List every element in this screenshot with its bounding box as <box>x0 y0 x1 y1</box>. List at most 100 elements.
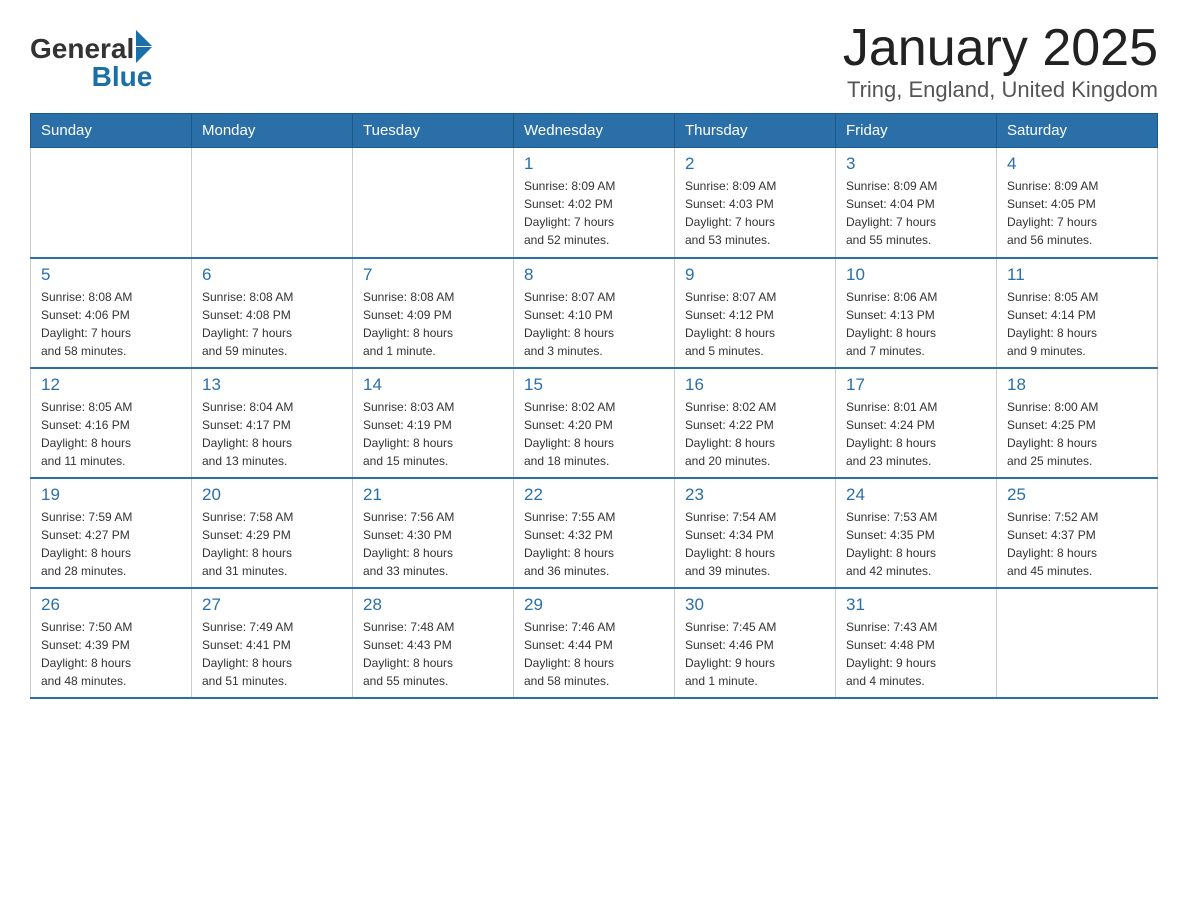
day-number: 10 <box>846 265 986 285</box>
calendar-cell: 2 Sunrise: 8:09 AM Sunset: 4:03 PM Daylig… <box>675 148 836 258</box>
day-info: Sunrise: 8:08 AM Sunset: 4:08 PM Dayligh… <box>202 288 342 360</box>
day-info: Sunrise: 7:52 AM Sunset: 4:37 PM Dayligh… <box>1007 508 1147 580</box>
day-info: Sunrise: 8:01 AM Sunset: 4:24 PM Dayligh… <box>846 398 986 470</box>
calendar-cell: 21Sunrise: 7:56 AM Sunset: 4:30 PM Dayli… <box>353 478 514 588</box>
calendar-cell: 26 Sunrise: 7:50 AM Sunset: 4:39 PM Dayli… <box>31 588 192 698</box>
day-number: 7 <box>363 265 503 285</box>
calendar-cell: 12 Sunrise: 8:05 AM Sunset: 4:16 PM Dayli… <box>31 368 192 478</box>
calendar-cell: 16 Sunrise: 8:02 AM Sunset: 4:22 PM Dayli… <box>675 368 836 478</box>
day-info: Sunrise: 8:02 AM Sunset: 4:22 PM Dayligh… <box>685 398 825 470</box>
day-info: Sunrise: 7:58 AM Sunset: 4:29 PM Dayligh… <box>202 508 342 580</box>
day-info: Sunrise: 8:08 AM Sunset: 4:06 PM Dayligh… <box>41 288 181 360</box>
day-info: Sunrise: 7:54 AM Sunset: 4:34 PM Dayligh… <box>685 508 825 580</box>
day-info: Sunrise: 8:07 AM Sunset: 4:10 PM Dayligh… <box>524 288 664 360</box>
logo-text-blue: Blue <box>92 63 153 91</box>
day-info: Sunrise: 8:00 AM Sunset: 4:25 PM Dayligh… <box>1007 398 1147 470</box>
calendar-cell: 11 Sunrise: 8:05 AM Sunset: 4:14 PM Dayli… <box>997 258 1158 368</box>
header-tuesday: Tuesday <box>353 114 514 148</box>
calendar-cell: 31Sunrise: 7:43 AM Sunset: 4:48 PM Dayli… <box>836 588 997 698</box>
day-info: Sunrise: 7:56 AM Sunset: 4:30 PM Dayligh… <box>363 508 503 580</box>
header-thursday: Thursday <box>675 114 836 148</box>
day-info: Sunrise: 8:09 AM Sunset: 4:02 PM Dayligh… <box>524 177 664 249</box>
day-number: 26 <box>41 595 181 615</box>
header-sunday: Sunday <box>31 114 192 148</box>
day-number: 15 <box>524 375 664 395</box>
day-number: 18 <box>1007 375 1147 395</box>
day-number: 25 <box>1007 485 1147 505</box>
calendar-cell: 25 Sunrise: 7:52 AM Sunset: 4:37 PM Dayli… <box>997 478 1158 588</box>
calendar-cell <box>353 148 514 258</box>
day-info: Sunrise: 8:09 AM Sunset: 4:05 PM Dayligh… <box>1007 177 1147 249</box>
day-info: Sunrise: 8:05 AM Sunset: 4:16 PM Dayligh… <box>41 398 181 470</box>
day-number: 16 <box>685 375 825 395</box>
calendar-cell: 20 Sunrise: 7:58 AM Sunset: 4:29 PM Dayli… <box>192 478 353 588</box>
day-info: Sunrise: 8:03 AM Sunset: 4:19 PM Dayligh… <box>363 398 503 470</box>
calendar-table: SundayMondayTuesdayWednesdayThursdayFrid… <box>30 113 1158 699</box>
week-row-1: 1 Sunrise: 8:09 AM Sunset: 4:02 PM Daylig… <box>31 148 1158 258</box>
calendar-cell: 13Sunrise: 8:04 AM Sunset: 4:17 PM Dayli… <box>192 368 353 478</box>
week-row-3: 12 Sunrise: 8:05 AM Sunset: 4:16 PM Dayli… <box>31 368 1158 478</box>
calendar-cell: 9 Sunrise: 8:07 AM Sunset: 4:12 PM Daylig… <box>675 258 836 368</box>
calendar-cell: 10 Sunrise: 8:06 AM Sunset: 4:13 PM Dayli… <box>836 258 997 368</box>
calendar-header-row: SundayMondayTuesdayWednesdayThursdayFrid… <box>31 114 1158 148</box>
calendar-cell: 8 Sunrise: 8:07 AM Sunset: 4:10 PM Daylig… <box>514 258 675 368</box>
calendar-cell: 15 Sunrise: 8:02 AM Sunset: 4:20 PM Dayli… <box>514 368 675 478</box>
calendar-cell: 4 Sunrise: 8:09 AM Sunset: 4:05 PM Daylig… <box>997 148 1158 258</box>
week-row-5: 26 Sunrise: 7:50 AM Sunset: 4:39 PM Dayli… <box>31 588 1158 698</box>
day-number: 31 <box>846 595 986 615</box>
logo-text-general: General <box>30 35 134 63</box>
day-number: 23 <box>685 485 825 505</box>
day-info: Sunrise: 8:05 AM Sunset: 4:14 PM Dayligh… <box>1007 288 1147 360</box>
calendar-cell: 3 Sunrise: 8:09 AM Sunset: 4:04 PM Daylig… <box>836 148 997 258</box>
calendar-cell <box>31 148 192 258</box>
day-info: Sunrise: 8:06 AM Sunset: 4:13 PM Dayligh… <box>846 288 986 360</box>
calendar-cell: 29Sunrise: 7:46 AM Sunset: 4:44 PM Dayli… <box>514 588 675 698</box>
page-subtitle: Tring, England, United Kingdom <box>843 77 1158 103</box>
page-title: January 2025 <box>843 20 1158 77</box>
day-number: 6 <box>202 265 342 285</box>
calendar-cell: 18 Sunrise: 8:00 AM Sunset: 4:25 PM Dayli… <box>997 368 1158 478</box>
day-number: 12 <box>41 375 181 395</box>
day-number: 2 <box>685 154 825 174</box>
day-info: Sunrise: 7:50 AM Sunset: 4:39 PM Dayligh… <box>41 618 181 690</box>
day-number: 5 <box>41 265 181 285</box>
day-number: 22 <box>524 485 664 505</box>
calendar-cell: 30 Sunrise: 7:45 AM Sunset: 4:46 PM Dayli… <box>675 588 836 698</box>
calendar-cell: 5 Sunrise: 8:08 AM Sunset: 4:06 PM Daylig… <box>31 258 192 368</box>
calendar-cell: 24Sunrise: 7:53 AM Sunset: 4:35 PM Dayli… <box>836 478 997 588</box>
day-number: 28 <box>363 595 503 615</box>
calendar-cell: 17 Sunrise: 8:01 AM Sunset: 4:24 PM Dayli… <box>836 368 997 478</box>
day-number: 13 <box>202 375 342 395</box>
day-info: Sunrise: 7:49 AM Sunset: 4:41 PM Dayligh… <box>202 618 342 690</box>
day-info: Sunrise: 8:09 AM Sunset: 4:04 PM Dayligh… <box>846 177 986 249</box>
day-info: Sunrise: 8:07 AM Sunset: 4:12 PM Dayligh… <box>685 288 825 360</box>
calendar-cell <box>192 148 353 258</box>
page-header: General Blue January 2025 Tring, England… <box>30 20 1158 103</box>
calendar-cell: 27Sunrise: 7:49 AM Sunset: 4:41 PM Dayli… <box>192 588 353 698</box>
calendar-cell <box>997 588 1158 698</box>
day-number: 4 <box>1007 154 1147 174</box>
day-info: Sunrise: 7:59 AM Sunset: 4:27 PM Dayligh… <box>41 508 181 580</box>
calendar-cell: 19Sunrise: 7:59 AM Sunset: 4:27 PM Dayli… <box>31 478 192 588</box>
calendar-cell: 28 Sunrise: 7:48 AM Sunset: 4:43 PM Dayli… <box>353 588 514 698</box>
day-number: 9 <box>685 265 825 285</box>
header-friday: Friday <box>836 114 997 148</box>
day-info: Sunrise: 8:02 AM Sunset: 4:20 PM Dayligh… <box>524 398 664 470</box>
day-info: Sunrise: 8:09 AM Sunset: 4:03 PM Dayligh… <box>685 177 825 249</box>
day-info: Sunrise: 7:48 AM Sunset: 4:43 PM Dayligh… <box>363 618 503 690</box>
day-number: 20 <box>202 485 342 505</box>
day-number: 30 <box>685 595 825 615</box>
calendar-cell: 7Sunrise: 8:08 AM Sunset: 4:09 PM Daylig… <box>353 258 514 368</box>
calendar-cell: 14Sunrise: 8:03 AM Sunset: 4:19 PM Dayli… <box>353 368 514 478</box>
day-number: 29 <box>524 595 664 615</box>
day-number: 1 <box>524 154 664 174</box>
day-number: 3 <box>846 154 986 174</box>
day-number: 11 <box>1007 265 1147 285</box>
day-number: 17 <box>846 375 986 395</box>
calendar-cell: 6 Sunrise: 8:08 AM Sunset: 4:08 PM Daylig… <box>192 258 353 368</box>
calendar-cell: 1 Sunrise: 8:09 AM Sunset: 4:02 PM Daylig… <box>514 148 675 258</box>
day-number: 8 <box>524 265 664 285</box>
header-monday: Monday <box>192 114 353 148</box>
week-row-4: 19Sunrise: 7:59 AM Sunset: 4:27 PM Dayli… <box>31 478 1158 588</box>
day-info: Sunrise: 7:45 AM Sunset: 4:46 PM Dayligh… <box>685 618 825 690</box>
